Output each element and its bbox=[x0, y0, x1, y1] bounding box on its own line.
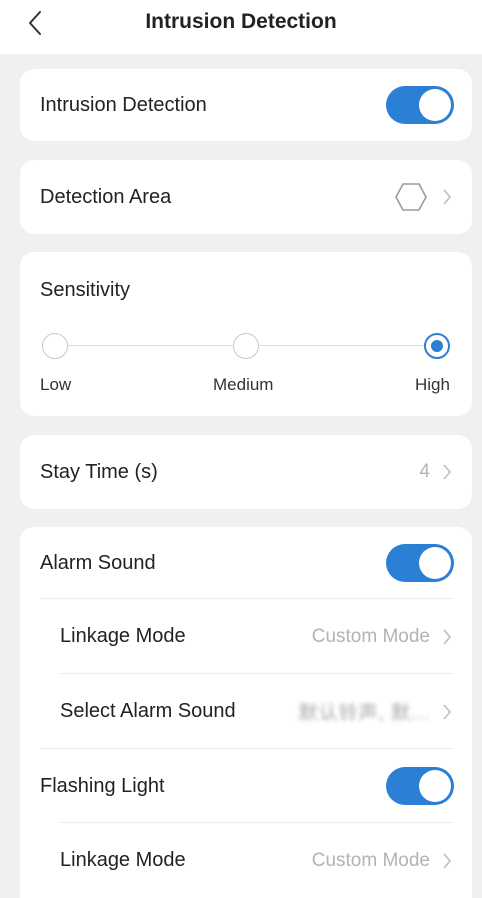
chevron-right-icon bbox=[440, 462, 454, 482]
alarm-linkage-mode-value: Custom Mode bbox=[311, 625, 430, 647]
sensitivity-high-radio[interactable] bbox=[424, 333, 450, 359]
alarm-linkage-mode-row[interactable]: Linkage Mode Custom Mode bbox=[20, 599, 472, 674]
toggle-knob bbox=[419, 547, 451, 579]
light-linkage-mode-value: Custom Mode bbox=[311, 849, 430, 871]
alarm-sound-value: 默认铃声, 默... bbox=[298, 703, 430, 724]
sensitivity-medium-label: Medium bbox=[213, 375, 274, 394]
detection-area-card[interactable]: Detection Area bbox=[20, 160, 472, 234]
alarm-sound-row: Alarm Sound bbox=[20, 527, 472, 599]
alarm-settings-card: Alarm Sound Linkage Mode Custom Mode Sel… bbox=[20, 527, 472, 898]
sensitivity-medium-radio[interactable] bbox=[233, 333, 259, 359]
intrusion-detection-row: Intrusion Detection bbox=[20, 69, 472, 141]
intrusion-detection-card: Intrusion Detection bbox=[20, 69, 472, 141]
sensitivity-card: Sensitivity Low Medium High bbox=[20, 252, 472, 416]
flashing-light-row: Flashing Light bbox=[20, 749, 472, 823]
toggle-knob bbox=[419, 89, 451, 121]
hexagon-icon bbox=[394, 182, 428, 212]
chevron-right-icon bbox=[440, 702, 454, 722]
alarm-sound-label: Alarm Sound bbox=[40, 551, 156, 574]
toggle-knob bbox=[419, 770, 451, 802]
stay-time-value: 4 bbox=[419, 461, 430, 482]
stay-time-row[interactable]: Stay Time (s) 4 bbox=[20, 435, 472, 509]
light-linkage-mode-row[interactable]: Linkage Mode Custom Mode bbox=[20, 823, 472, 898]
flashing-light-toggle[interactable] bbox=[386, 767, 454, 805]
select-alarm-sound-label: Select Alarm Sound bbox=[60, 700, 236, 722]
sensitivity-high-label: High bbox=[415, 375, 450, 394]
detection-area-label: Detection Area bbox=[40, 185, 172, 208]
alarm-linkage-mode-label: Linkage Mode bbox=[60, 625, 186, 647]
alarm-sound-toggle[interactable] bbox=[386, 544, 454, 582]
select-alarm-sound-row[interactable]: Select Alarm Sound 默认铃声, 默... bbox=[20, 674, 472, 749]
sensitivity-title: Sensitivity bbox=[40, 279, 131, 301]
chevron-right-icon bbox=[440, 627, 454, 647]
intrusion-detection-toggle[interactable] bbox=[386, 86, 454, 124]
sensitivity-low-radio[interactable] bbox=[42, 333, 68, 359]
page-title: Intrusion Detection bbox=[145, 10, 337, 33]
light-linkage-mode-label: Linkage Mode bbox=[60, 849, 186, 871]
sensitivity-low-label: Low bbox=[40, 375, 72, 394]
stay-time-card[interactable]: Stay Time (s) 4 bbox=[20, 435, 472, 509]
intrusion-detection-label: Intrusion Detection bbox=[40, 93, 207, 116]
chevron-right-icon bbox=[440, 851, 454, 871]
flashing-light-label: Flashing Light bbox=[40, 774, 165, 797]
chevron-right-icon bbox=[440, 187, 454, 207]
stay-time-label: Stay Time (s) bbox=[40, 460, 158, 483]
detection-area-row[interactable]: Detection Area bbox=[20, 160, 472, 234]
top-bar: Intrusion Detection bbox=[0, 0, 482, 54]
